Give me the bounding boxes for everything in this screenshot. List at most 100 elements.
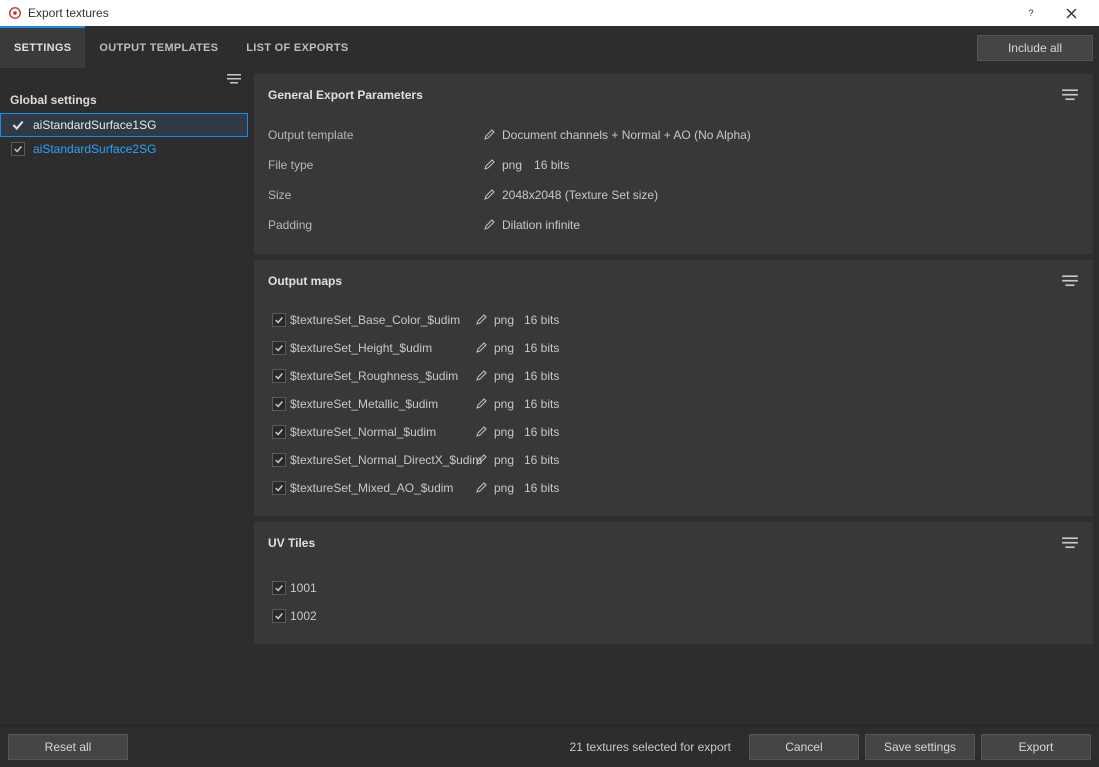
map-checkbox[interactable] — [272, 313, 286, 327]
panel-menu-icon[interactable] — [1061, 272, 1079, 290]
window-title: Export textures — [28, 6, 1011, 20]
uv-tile-row: 1001 — [268, 574, 1079, 602]
export-status-text: 21 textures selected for export — [128, 740, 743, 754]
param-value: Document channels + Normal + AO (No Alph… — [502, 128, 751, 142]
map-checkbox[interactable] — [272, 397, 286, 411]
map-checkbox[interactable] — [272, 425, 286, 439]
uv-tile-row: 1002 — [268, 602, 1079, 630]
map-name: $textureSet_Roughness_$udim — [290, 369, 470, 383]
param-value-bits: 16 bits — [534, 158, 569, 172]
shader-checkbox[interactable] — [11, 118, 25, 132]
cancel-button[interactable]: Cancel — [749, 734, 859, 760]
panel-title: General Export Parameters — [268, 88, 1061, 102]
help-button[interactable]: ? — [1011, 0, 1051, 26]
map-name: $textureSet_Height_$udim — [290, 341, 470, 355]
svg-text:?: ? — [1029, 8, 1034, 18]
map-checkbox[interactable] — [272, 453, 286, 467]
map-name: $textureSet_Normal_DirectX_$udim — [290, 453, 470, 467]
map-format: png — [494, 453, 524, 467]
map-name: $textureSet_Normal_$udim — [290, 425, 470, 439]
tabs: SETTINGS OUTPUT TEMPLATES LIST OF EXPORT… — [0, 28, 363, 68]
titlebar: Export textures ? — [0, 0, 1099, 26]
output-map-row: $textureSet_Metallic_$udim png16 bits — [268, 390, 1079, 418]
tile-checkbox[interactable] — [272, 581, 286, 595]
map-format: png — [494, 369, 524, 383]
panel-title: Output maps — [268, 274, 1061, 288]
map-format: png — [494, 341, 524, 355]
map-format: png — [494, 397, 524, 411]
output-map-row: $textureSet_Normal_DirectX_$udim png16 bi… — [268, 446, 1079, 474]
output-map-row: $textureSet_Normal_$udim png16 bits — [268, 418, 1079, 446]
pencil-icon[interactable] — [476, 369, 488, 384]
general-export-panel: General Export Parameters Output templat… — [254, 74, 1093, 254]
tile-label: 1001 — [290, 581, 317, 595]
tile-checkbox[interactable] — [272, 609, 286, 623]
map-bits: 16 bits — [524, 341, 574, 355]
map-bits: 16 bits — [524, 369, 574, 383]
reset-all-button[interactable]: Reset all — [8, 734, 128, 760]
sidebar: Global settings aiStandardSurface1SG aiS… — [0, 68, 248, 725]
tile-label: 1002 — [290, 609, 317, 623]
global-settings-label: Global settings — [0, 89, 248, 113]
top-row: SETTINGS OUTPUT TEMPLATES LIST OF EXPORT… — [0, 26, 1099, 68]
export-button[interactable]: Export — [981, 734, 1091, 760]
map-bits: 16 bits — [524, 425, 574, 439]
output-map-row: $textureSet_Height_$udim png16 bits — [268, 334, 1079, 362]
pencil-icon[interactable] — [476, 341, 488, 356]
close-button[interactable] — [1051, 0, 1091, 26]
output-map-row: $textureSet_Roughness_$udim png16 bits — [268, 362, 1079, 390]
tab-settings[interactable]: SETTINGS — [0, 28, 85, 68]
param-value-format: png — [502, 158, 522, 172]
shader-row[interactable]: aiStandardSurface1SG — [0, 113, 248, 137]
param-value: Dilation infinite — [502, 218, 580, 232]
param-label: File type — [268, 158, 478, 172]
pencil-icon[interactable] — [476, 425, 488, 440]
uv-tiles-panel: UV Tiles 1001 1002 — [254, 522, 1093, 644]
shader-row[interactable]: aiStandardSurface2SG — [0, 137, 248, 161]
tab-output-templates[interactable]: OUTPUT TEMPLATES — [85, 28, 232, 68]
map-bits: 16 bits — [524, 313, 574, 327]
pencil-icon[interactable] — [476, 397, 488, 412]
output-maps-panel: Output maps $textureSet_Base_Color_$udim… — [254, 260, 1093, 516]
shader-name: aiStandardSurface2SG — [33, 142, 156, 156]
map-format: png — [494, 425, 524, 439]
sidebar-filter-icon[interactable] — [226, 71, 242, 87]
shader-name: aiStandardSurface1SG — [33, 118, 156, 132]
pencil-icon[interactable] — [484, 218, 496, 233]
map-format: png — [494, 481, 524, 495]
save-settings-button[interactable]: Save settings — [865, 734, 975, 760]
pencil-icon[interactable] — [476, 453, 488, 468]
map-checkbox[interactable] — [272, 369, 286, 383]
map-bits: 16 bits — [524, 397, 574, 411]
panel-menu-icon[interactable] — [1061, 534, 1079, 552]
map-checkbox[interactable] — [272, 481, 286, 495]
param-row-file-type: File type png 16 bits — [268, 150, 1079, 180]
param-label: Padding — [268, 218, 478, 232]
param-label: Size — [268, 188, 478, 202]
map-checkbox[interactable] — [272, 341, 286, 355]
param-label: Output template — [268, 128, 478, 142]
map-name: $textureSet_Metallic_$udim — [290, 397, 470, 411]
param-row-padding: Padding Dilation infinite — [268, 210, 1079, 240]
pencil-icon[interactable] — [484, 188, 496, 203]
app-icon — [8, 6, 22, 20]
tab-list-of-exports[interactable]: LIST OF EXPORTS — [232, 28, 362, 68]
map-name: $textureSet_Base_Color_$udim — [290, 313, 470, 327]
map-bits: 16 bits — [524, 453, 574, 467]
param-row-output-template: Output template Document channels + Norm… — [268, 120, 1079, 150]
pencil-icon[interactable] — [484, 158, 496, 173]
content: General Export Parameters Output templat… — [248, 68, 1099, 725]
panel-menu-icon[interactable] — [1061, 86, 1079, 104]
include-all-button[interactable]: Include all — [977, 35, 1093, 61]
map-name: $textureSet_Mixed_AO_$udim — [290, 481, 470, 495]
map-bits: 16 bits — [524, 481, 574, 495]
pencil-icon[interactable] — [476, 481, 488, 496]
footer: Reset all 21 textures selected for expor… — [0, 725, 1099, 767]
pencil-icon[interactable] — [484, 128, 496, 143]
pencil-icon[interactable] — [476, 313, 488, 328]
main: Global settings aiStandardSurface1SG aiS… — [0, 68, 1099, 725]
param-value: 2048x2048 (Texture Set size) — [502, 188, 658, 202]
output-map-row: $textureSet_Base_Color_$udimpng16 bits — [268, 306, 1079, 334]
shader-checkbox[interactable] — [11, 142, 25, 156]
panel-title: UV Tiles — [268, 536, 1061, 550]
